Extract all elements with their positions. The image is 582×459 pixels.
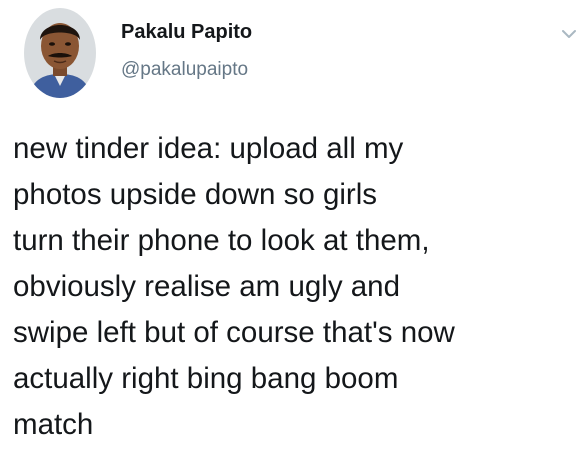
author-handle[interactable]: @pakalupaipto (121, 59, 248, 81)
chevron-down-icon[interactable] (562, 26, 576, 38)
user-photo-icon (24, 8, 96, 98)
author-avatar[interactable] (24, 8, 96, 98)
tweet-card: Pakalu Papito @pakalupaipto new tinder i… (0, 0, 582, 459)
author-name[interactable]: Pakalu Papito (121, 21, 252, 44)
tweet-text: new tinder idea: upload all my photos up… (13, 132, 455, 441)
